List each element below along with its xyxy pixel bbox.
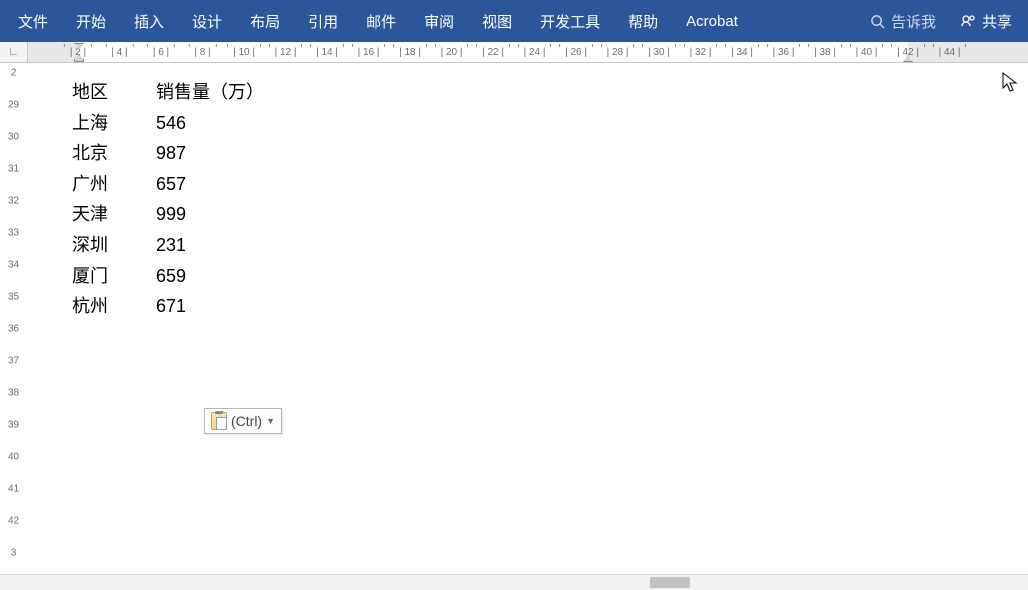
tab-review[interactable]: 审阅 <box>410 1 468 42</box>
tab-mailings[interactable]: 邮件 <box>352 1 410 42</box>
ruler-tick: 33 <box>8 228 19 239</box>
ruler-tick: 37 <box>8 356 19 367</box>
ruler-tick: | 4 | <box>111 47 127 58</box>
tell-me-placeholder: 告诉我 <box>891 11 936 32</box>
header-sales: 销售量（万） <box>156 77 312 108</box>
ruler-tick: 35 <box>8 292 19 303</box>
ruler-tick: 30 <box>8 132 19 143</box>
document-page[interactable]: 地区 销售量（万） 上海 546 北京 987 广州 657 天津 999 深圳… <box>28 63 1028 574</box>
share-icon <box>960 13 976 29</box>
table-header-row: 地区 销售量（万） <box>72 77 312 108</box>
ruler-tick: | 28 | <box>607 47 629 58</box>
table-row: 深圳 231 <box>72 230 312 261</box>
ruler-tick: | 34 | <box>731 47 753 58</box>
tab-selector[interactable]: ∟ <box>0 42 28 62</box>
tab-home[interactable]: 开始 <box>62 1 120 42</box>
ruler-tick: 40 <box>8 452 19 463</box>
paste-options-label: (Ctrl) <box>231 413 262 429</box>
cell-region: 广州 <box>72 169 156 200</box>
table-row: 上海 546 <box>72 108 312 139</box>
ruler-tick: 39 <box>8 420 19 431</box>
tab-acrobat[interactable]: Acrobat <box>672 3 752 40</box>
ruler-tick: 2 <box>11 68 17 79</box>
ruler-tick: 36 <box>8 324 19 335</box>
tab-developer[interactable]: 开发工具 <box>526 1 614 42</box>
search-icon <box>870 14 885 29</box>
ruler-tick: 42 <box>8 516 19 527</box>
cell-region: 厦门 <box>72 261 156 292</box>
ruler-tick: | 14 | <box>316 47 338 58</box>
tab-stop-glyph: ∟ <box>8 46 19 58</box>
ruler-tick: | 18 | <box>399 47 421 58</box>
paste-options-button[interactable]: (Ctrl) ▼ <box>204 408 282 434</box>
cell-region: 天津 <box>72 199 156 230</box>
cell-sales: 546 <box>156 108 312 139</box>
ribbon-tabs-bar: 文件 开始 插入 设计 布局 引用 邮件 审阅 视图 开发工具 帮助 Acrob… <box>0 0 1028 42</box>
tab-layout[interactable]: 布局 <box>236 1 294 42</box>
ruler-tick: | 10 | <box>233 47 255 58</box>
ruler-tick: | 30 | <box>648 47 670 58</box>
ruler-tick: | 26 | <box>565 47 587 58</box>
tab-help[interactable]: 帮助 <box>614 1 672 42</box>
clipboard-icon <box>211 412 227 430</box>
tab-design[interactable]: 设计 <box>178 1 236 42</box>
ruler-tick: | 20 | <box>441 47 463 58</box>
ruler-tick: 38 <box>8 388 19 399</box>
ruler-tick: | 40 | <box>856 47 878 58</box>
chevron-down-icon: ▼ <box>266 416 275 426</box>
cell-sales: 999 <box>156 199 312 230</box>
ruler-tick: | 24 | <box>524 47 546 58</box>
ruler-tick: 41 <box>8 484 19 495</box>
tab-insert[interactable]: 插入 <box>120 1 178 42</box>
share-label: 共享 <box>982 11 1012 32</box>
sales-table: 地区 销售量（万） 上海 546 北京 987 广州 657 天津 999 深圳… <box>72 77 312 322</box>
tell-me-search[interactable]: 告诉我 <box>858 1 948 42</box>
ruler-tick: 32 <box>8 196 19 207</box>
cell-region: 深圳 <box>72 230 156 261</box>
cell-sales: 659 <box>156 261 312 292</box>
cell-sales: 231 <box>156 230 312 261</box>
vertical-ruler[interactable]: 2 29 30 31 32 33 34 35 36 37 38 39 40 41 42 3 <box>0 63 28 574</box>
horizontal-scrollbar[interactable] <box>0 574 1028 590</box>
cell-sales: 671 <box>156 291 312 322</box>
cell-sales: 657 <box>156 169 312 200</box>
horizontal-ruler[interactable]: | 2 || 4 || 6 || 8 || 10 || 12 || 14 || … <box>28 42 1028 62</box>
ruler-tick: | 32 | <box>690 47 712 58</box>
table-row: 杭州 671 <box>72 291 312 322</box>
share-button[interactable]: 共享 <box>948 1 1024 42</box>
table-row: 厦门 659 <box>72 261 312 292</box>
header-region: 地区 <box>72 77 156 108</box>
ruler-tick: | 8 | <box>194 47 210 58</box>
table-row: 北京 987 <box>72 138 312 169</box>
tab-file[interactable]: 文件 <box>4 1 62 42</box>
ruler-tick: | 36 | <box>773 47 795 58</box>
main-area: 2 29 30 31 32 33 34 35 36 37 38 39 40 41 42 3 地区 销售量（万）… <box>0 63 1028 574</box>
cell-region: 上海 <box>72 108 156 139</box>
ribbon-right: 告诉我 共享 <box>858 1 1024 42</box>
ruler-tick: 34 <box>8 260 19 271</box>
scrollbar-thumb[interactable] <box>650 577 690 588</box>
ruler-tick: | 16 | <box>358 47 380 58</box>
tab-view[interactable]: 视图 <box>468 1 526 42</box>
ruler-tick: | 6 | <box>153 47 169 58</box>
tab-references[interactable]: 引用 <box>294 1 352 42</box>
table-row: 天津 999 <box>72 199 312 230</box>
ruler-tick: | 38 | <box>814 47 836 58</box>
ruler-tick: | 44 | <box>939 47 961 58</box>
ruler-tick: 3 <box>11 548 17 559</box>
cell-sales: 987 <box>156 138 312 169</box>
ruler-tick: 29 <box>8 100 19 111</box>
ruler-container: ∟ | 2 || 4 || 6 || 8 || 10 || 12 || 14 |… <box>0 42 1028 63</box>
ruler-tick: | 22 | <box>482 47 504 58</box>
cell-region: 北京 <box>72 138 156 169</box>
table-row: 广州 657 <box>72 169 312 200</box>
ruler-tick: 31 <box>8 164 19 175</box>
ruler-tick: | 12 | <box>275 47 297 58</box>
cell-region: 杭州 <box>72 291 156 322</box>
